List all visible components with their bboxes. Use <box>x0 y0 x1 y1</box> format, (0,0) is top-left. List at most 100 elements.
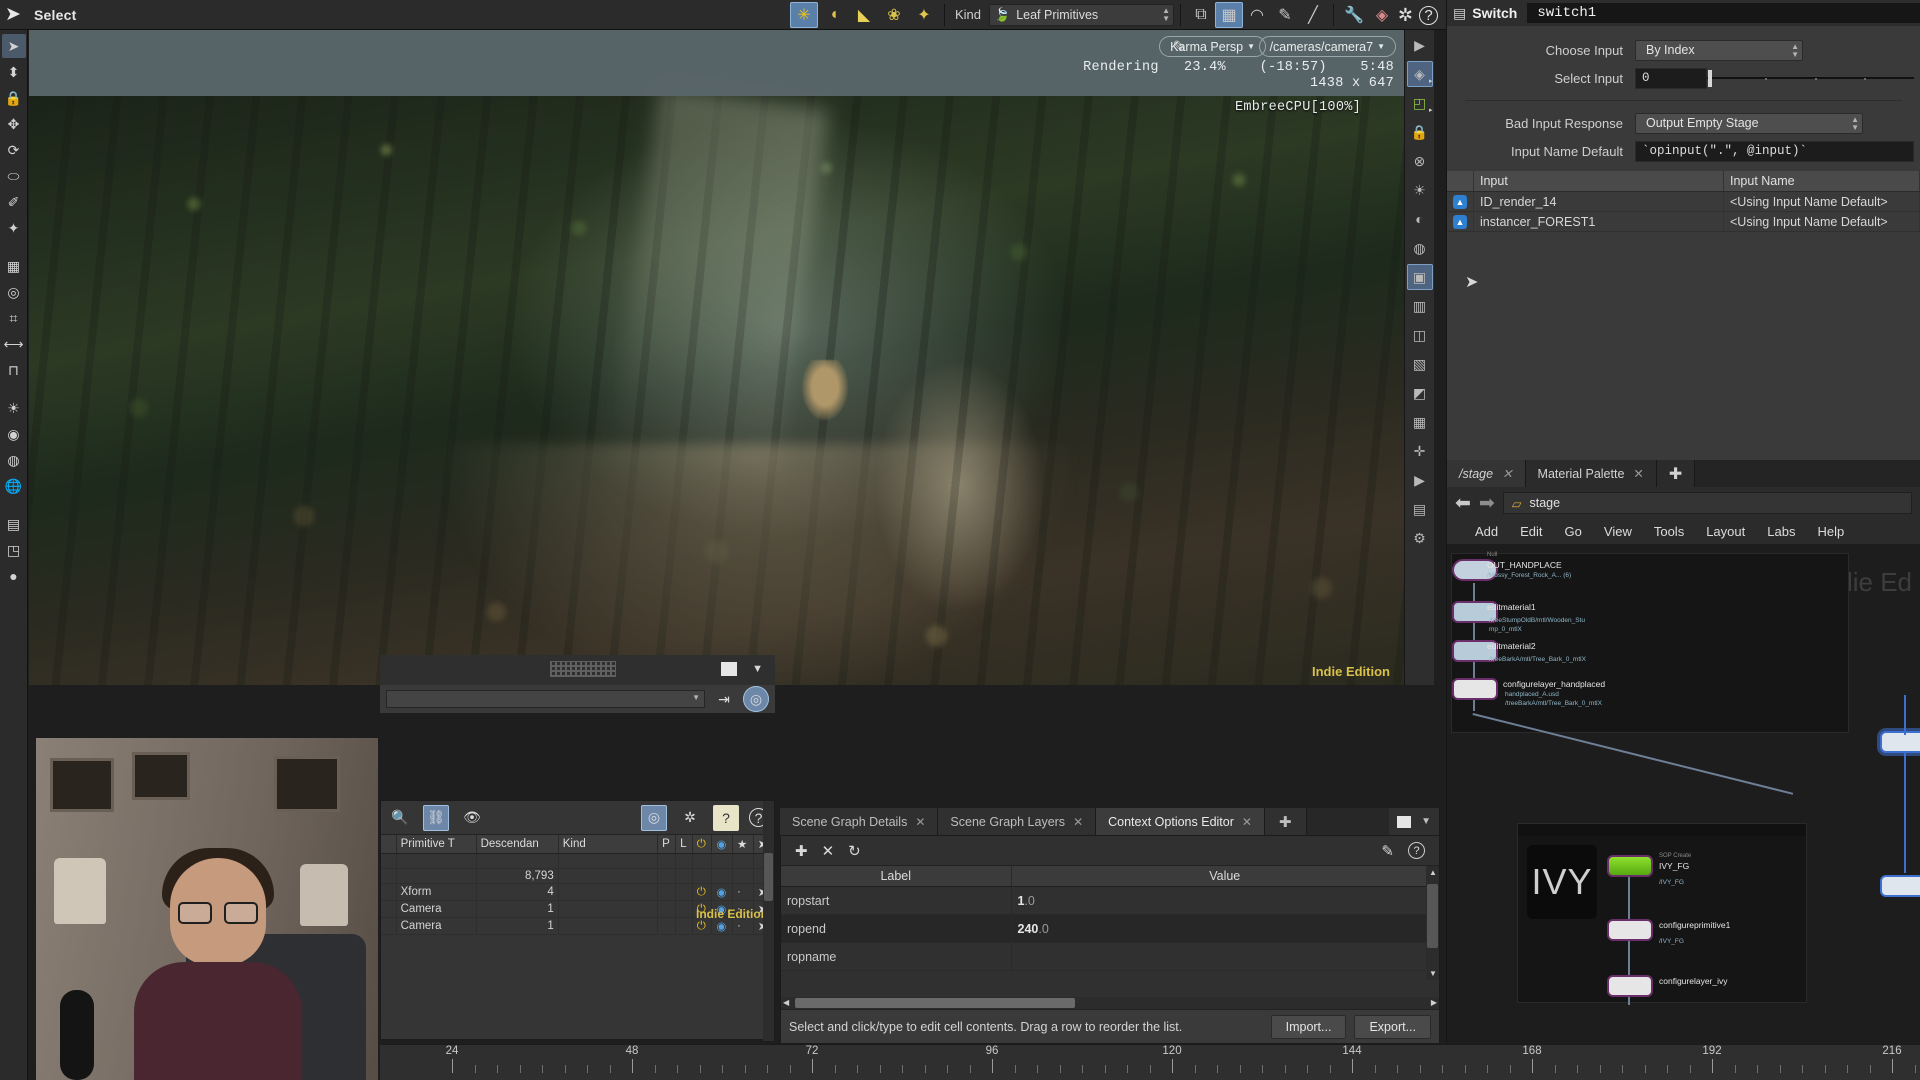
select-input-slider[interactable] <box>1707 68 1914 89</box>
tree-hint-icon[interactable]: ? <box>713 804 739 831</box>
display-flags-icon[interactable]: 👁 <box>459 805 485 831</box>
add-tab-button[interactable]: ✚ <box>1656 460 1696 487</box>
network-path-field[interactable]: ▱ stage <box>1502 492 1912 514</box>
tab-material-palette[interactable]: Material Palette ✕ <box>1525 460 1657 487</box>
move-tool-icon[interactable]: ✥ <box>2 112 26 136</box>
select-all-primitives-icon[interactable]: ✳ <box>789 1 818 28</box>
select-objects-icon[interactable]: ◖ <box>820 2 848 28</box>
tab-stage[interactable]: /stage ✕ <box>1447 460 1526 487</box>
tab-scene-graph-details[interactable]: Scene Graph Details ✕ <box>780 808 939 835</box>
menu-view[interactable]: View <box>1604 524 1632 539</box>
chevron-updown-icon[interactable]: ▲ ▼ <box>1791 42 1799 59</box>
col-power-icon[interactable]: ⏻ <box>692 835 713 854</box>
col-kind[interactable]: Kind <box>558 835 659 854</box>
color-correction-icon[interactable]: ◩ <box>1407 380 1433 406</box>
timeline-ruler[interactable]: 24 48 72 96 120 144 168 192 216 <box>380 1044 1920 1080</box>
layout-tool-icon[interactable]: ◳ <box>2 538 26 562</box>
tab-scene-graph-layers[interactable]: Scene Graph Layers ✕ <box>938 808 1097 835</box>
edit-option-icon[interactable]: ✎ <box>1381 842 1394 860</box>
snapping-icon[interactable]: ⌗ <box>2 306 26 330</box>
scroll-right-icon[interactable]: ▶ <box>1431 998 1437 1007</box>
input-name-default-field[interactable]: `opinput(".", @input)` <box>1635 140 1914 162</box>
table-row[interactable]: Xform 4 ⏻ ◉ · ➤ <box>381 883 775 901</box>
context-help-icon[interactable]: ? <box>1408 842 1425 859</box>
laser-select-icon[interactable]: ╱ <box>1299 2 1327 28</box>
view-tool-icon[interactable]: ➤ <box>1 34 26 58</box>
box-select-icon[interactable]: ▦ <box>1215 1 1243 28</box>
scene-graph-filter-input[interactable]: ▼ <box>386 690 705 708</box>
add-option-icon[interactable]: ✚ <box>795 842 808 860</box>
chevron-down-icon[interactable]: ▼ <box>692 694 700 702</box>
magnet-tool-icon[interactable]: ⊓ <box>2 358 26 382</box>
rotate-tool-icon[interactable]: ⟳ <box>2 138 26 162</box>
paint-tool-icon[interactable]: ✐ <box>2 190 26 214</box>
cell-value[interactable]: 1.0 <box>1011 886 1439 915</box>
display-flag-icon[interactable] <box>721 662 737 676</box>
scroll-left-icon[interactable]: ◀ <box>783 998 789 1007</box>
table-row[interactable]: ▲ instancer_FOREST1 <Using Input Name De… <box>1447 211 1920 232</box>
close-icon[interactable]: ✕ <box>1633 466 1643 481</box>
table-row[interactable]: 8,793 <box>381 868 775 884</box>
background-image-icon[interactable]: ▧ <box>1407 351 1433 377</box>
scroll-up-icon[interactable]: ▲ <box>1429 868 1437 877</box>
help-icon[interactable]: ? <box>1419 5 1438 25</box>
col-l[interactable]: L <box>675 835 693 854</box>
col-input-name[interactable]: Input Name <box>1723 171 1920 192</box>
ivy-thumbnail[interactable]: IVY <box>1527 845 1597 919</box>
menu-edit[interactable]: Edit <box>1520 524 1542 539</box>
globe-tool-icon[interactable]: 🌐 <box>2 474 26 498</box>
render-gallery-icon[interactable]: ▥ <box>1407 293 1433 319</box>
chevron-updown-icon[interactable]: ▲ ▼ <box>1162 6 1170 23</box>
col-primitive-type[interactable]: Primitive T <box>396 835 477 854</box>
viewport-settings-icon[interactable]: ⚙ <box>1407 525 1433 551</box>
menu-help[interactable]: Help <box>1817 524 1844 539</box>
node-selected-right-icon[interactable] <box>1880 731 1920 753</box>
select-prims-icon[interactable]: ✦ <box>910 2 938 28</box>
light-tool-icon[interactable]: ☀ <box>2 396 26 420</box>
col-p[interactable]: P <box>657 835 677 854</box>
menu-labs[interactable]: Labs <box>1767 524 1795 539</box>
material-tool-icon[interactable]: ◍ <box>2 448 26 472</box>
col-label[interactable]: Label <box>781 866 1012 887</box>
node-configurelayer-handplaced-icon[interactable] <box>1452 678 1498 700</box>
node-configurelayer-ivy-icon[interactable] <box>1607 975 1653 997</box>
export-button[interactable]: Export... <box>1354 1014 1431 1039</box>
image-compare-icon[interactable]: ▣ <box>1406 264 1433 290</box>
table-row[interactable]: ropname <box>781 942 1439 971</box>
coe-horizontal-scrollbar[interactable]: ◀ ▶ <box>781 997 1439 1009</box>
col-input[interactable]: Input <box>1473 171 1724 192</box>
sculpt-tool-icon[interactable]: ✦ <box>2 216 26 240</box>
render-viewport[interactable]: Indie Edition <box>29 30 1404 685</box>
close-icon[interactable]: ✕ <box>1242 815 1252 829</box>
col-value[interactable]: Value <box>1011 866 1439 887</box>
tree-vertical-scrollbar[interactable] <box>763 801 774 1041</box>
row-power-toggle[interactable]: ⏻ <box>692 883 713 901</box>
node-configureprimitive1-icon[interactable] <box>1607 919 1653 941</box>
chevron-down-icon[interactable]: ▼ <box>752 663 763 675</box>
table-row[interactable] <box>381 853 775 869</box>
node-ivy-fg-icon[interactable] <box>1607 855 1653 877</box>
network-canvas[interactable]: Indie Ed OUT_HANDPLACE Null /Mossy_Fores… <box>1447 545 1920 1050</box>
lock-handle-icon[interactable]: 🔒 <box>2 86 26 110</box>
renderer-chip[interactable]: Karma Persp ▼ <box>1159 36 1266 57</box>
lock-camera-icon[interactable]: 🔒 <box>1407 119 1433 145</box>
col-descendants[interactable]: Descendan <box>476 835 559 854</box>
table-row[interactable]: ropend 240.0 <box>781 914 1439 943</box>
panel-display-options[interactable]: ▼ <box>1389 808 1440 835</box>
brush-select-icon[interactable]: ✎ <box>1271 2 1299 28</box>
bad-input-response-combo[interactable]: Output Empty Stage ▲ ▼ <box>1635 112 1863 134</box>
snap-to-icon[interactable]: ⧉ <box>1187 2 1215 28</box>
hud-icon[interactable]: ▤ <box>1407 496 1433 522</box>
select-input-field[interactable]: 0 <box>1635 67 1707 89</box>
display-options-icon[interactable]: ▶ <box>1407 32 1433 58</box>
add-tab-button[interactable]: ✚ <box>1264 808 1307 835</box>
render-region-icon[interactable]: ◰ ▸ <box>1407 90 1433 116</box>
menu-go[interactable]: Go <box>1565 524 1582 539</box>
import-button[interactable]: Import... <box>1270 1014 1347 1039</box>
chevron-updown-icon[interactable]: ▲ ▼ <box>1851 115 1859 132</box>
gear-icon[interactable]: ✲ <box>1398 5 1413 26</box>
menu-tools[interactable]: Tools <box>1654 524 1684 539</box>
close-icon[interactable]: ✕ <box>1502 466 1512 481</box>
reorder-up-icon[interactable]: ▲ <box>1453 215 1467 229</box>
camera-chip[interactable]: /cameras/camera7 ▼ <box>1258 36 1396 57</box>
